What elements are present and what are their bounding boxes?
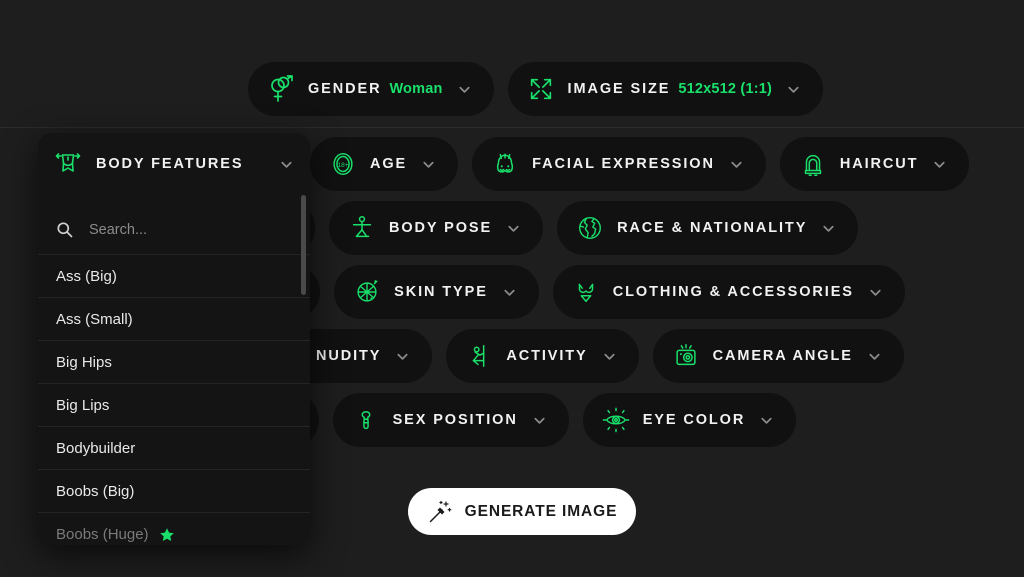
camera-angle-icon [671,341,701,371]
option-row: BODY POSE RACE & NATIONALITY [246,201,859,255]
option-row: 18+ AGE FACIAL EXPRESSION HAIRCUT [310,137,970,191]
age-18-plus-icon: 18+ [328,149,358,179]
list-item-label: Ass (Small) [56,310,133,328]
body-pose-label: BODY POSE [389,220,493,236]
search-row[interactable] [38,205,310,255]
scrollbar-thumb[interactable] [301,195,306,295]
list-item-label: Bodybuilder [56,439,136,457]
activity-button[interactable]: ACTIVITY [446,329,639,383]
sex-position-label: SEX POSITION [392,412,518,428]
generate-image-button[interactable]: GENERATE IMAGE [408,488,636,535]
list-item[interactable]: Boobs (Big) [38,470,310,513]
gender-control[interactable]: GENDER Woman [248,62,494,116]
chevron-down-icon[interactable] [868,285,883,300]
race-nationality-label: RACE & NATIONALITY [617,220,808,236]
skin-type-label: SKIN TYPE [394,284,488,300]
facial-expression-button[interactable]: FACIAL EXPRESSION [472,137,766,191]
list-item[interactable]: Bodybuilder [38,427,310,470]
list-item-label: Big Lips [56,396,110,414]
list-item[interactable]: Big Hips [38,341,310,384]
race-nationality-button[interactable]: RACE & NATIONALITY [557,201,859,255]
body-pose-icon [347,213,377,243]
haircut-label: HAIRCUT [839,156,919,172]
vertical-scrollbar[interactable] [301,195,306,540]
eye-color-icon [601,405,631,435]
top-bar-controls: GENDER Woman IMAGE SIZE 512x512 (1:1) [248,62,824,116]
image-size-control[interactable]: IMAGE SIZE 512x512 (1:1) [507,62,824,116]
list-item-label: Boobs (Huge) [56,526,149,543]
clothing-accessories-button[interactable]: CLOTHING & ACCESSORIES [552,265,905,319]
skin-type-icon [352,277,382,307]
chevron-down-icon[interactable] [602,349,617,364]
body-features-icon [52,148,84,180]
chevron-down-icon[interactable] [502,285,517,300]
body-pose-button[interactable]: BODY POSE [329,201,544,255]
body-features-list: Ass (Big) Ass (Small) Big Hips Big Lips … [38,255,310,545]
age-label: AGE [370,156,408,172]
gender-label: GENDER [308,81,382,97]
facial-expression-icon [490,149,520,179]
list-item-label: Ass (Big) [56,267,117,285]
chevron-down-icon[interactable] [395,349,410,364]
option-row: UND SKIN TYPE [214,265,905,319]
chevron-down-icon[interactable] [506,221,521,236]
chevron-down-icon[interactable] [532,413,547,428]
sex-position-button[interactable]: SEX POSITION [332,393,569,447]
haircut-button[interactable]: HAIRCUT [779,137,970,191]
chevron-down-icon[interactable] [759,413,774,428]
body-features-title: BODY FEATURES [96,156,244,172]
chevron-down-icon[interactable] [279,157,294,172]
camera-angle-button[interactable]: CAMERA ANGLE [652,329,904,383]
generate-image-label: GENERATE IMAGE [464,502,618,520]
clothing-accessories-label: CLOTHING & ACCESSORIES [612,284,854,300]
svg-text:18+: 18+ [337,162,348,169]
eye-color-button[interactable]: EYE COLOR [582,393,797,447]
activity-label: ACTIVITY [506,348,588,364]
chevron-down-icon[interactable] [457,82,472,97]
eye-color-label: EYE COLOR [642,412,746,428]
image-size-label: IMAGE SIZE [567,81,671,97]
clothing-accessories-icon [571,277,601,307]
chevron-down-icon[interactable] [821,221,836,236]
sex-position-icon [351,405,381,435]
chevron-down-icon[interactable] [421,157,436,172]
star-icon [159,527,175,543]
search-input[interactable] [89,221,292,238]
list-item-label: Boobs (Big) [56,482,135,500]
skin-type-button[interactable]: SKIN TYPE [334,265,539,319]
facial-expression-label: FACIAL EXPRESSION [532,156,715,172]
list-item[interactable]: Boobs (Huge) [38,513,310,545]
nudity-label: NUDITY [316,348,382,364]
option-row: NUDITY ACTIVITY CAMERA ANGLE [256,329,904,383]
image-size-value: 512x512 (1:1) [678,81,773,97]
list-item[interactable]: Ass (Big) [38,255,310,298]
body-features-dropdown-panel: BODY FEATURES Ass (Big) Ass (Small) Big … [38,133,310,545]
camera-angle-label: CAMERA ANGLE [712,348,853,364]
chevron-down-icon[interactable] [729,157,744,172]
chevron-down-icon[interactable] [786,82,801,97]
gender-icon [266,74,296,104]
gender-value: Woman [389,81,443,97]
search-icon [56,221,73,238]
option-row: E SEX POSITION [238,393,797,447]
age-button[interactable]: 18+ AGE [310,137,459,191]
list-item[interactable]: Big Lips [38,384,310,427]
list-item[interactable]: Ass (Small) [38,298,310,341]
chevron-down-icon[interactable] [932,157,947,172]
haircut-icon [798,149,828,179]
chevron-down-icon[interactable] [867,349,882,364]
top-bar: GENDER Woman IMAGE SIZE 512x512 (1:1) [0,0,1024,128]
expand-arrows-icon [526,74,556,104]
activity-icon [464,341,494,371]
list-item-label: Big Hips [56,353,112,371]
race-nationality-icon [575,213,605,243]
body-features-header[interactable]: BODY FEATURES [38,133,310,195]
magic-wand-icon [427,499,453,525]
